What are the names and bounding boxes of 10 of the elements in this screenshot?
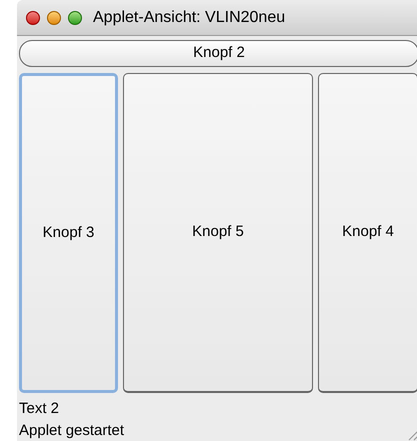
push-button[interactable]: Knopf 3 — [19, 73, 118, 393]
push-button[interactable]: Knopf 5 — [123, 73, 313, 393]
status-text: Applet gestartet — [19, 421, 124, 441]
push-button[interactable]: Knopf 2 — [19, 40, 417, 67]
text-label: Text 2 — [19, 399, 60, 419]
zoom-icon[interactable] — [68, 10, 82, 24]
minimize-icon[interactable] — [47, 10, 61, 24]
push-button[interactable]: Knopf 4 — [318, 73, 417, 393]
close-icon[interactable] — [26, 10, 40, 24]
window-title: Applet-Ansicht: VLIN20neu — [93, 8, 286, 28]
